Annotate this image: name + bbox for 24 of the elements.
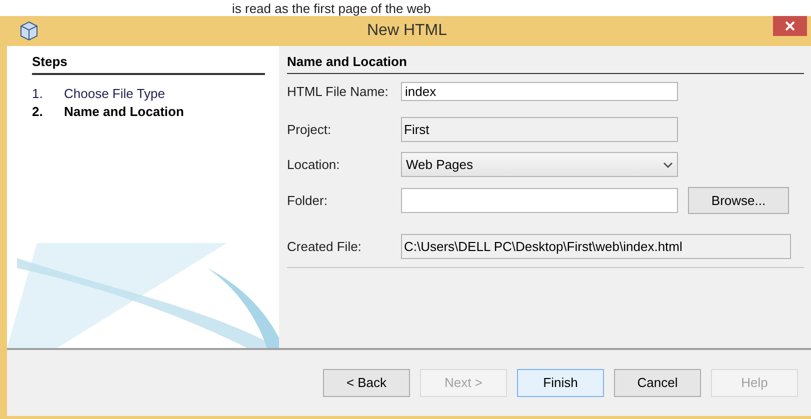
background-text: is read as the first page of the web	[232, 2, 431, 16]
readonly-field: First	[401, 117, 678, 142]
window-title: New HTML	[367, 21, 448, 41]
close-button[interactable]	[773, 16, 807, 36]
chevron-down-icon	[663, 162, 673, 168]
field-label: Project:	[287, 120, 332, 139]
close-icon	[785, 21, 795, 31]
field-label: Created File:	[287, 238, 362, 256]
field-label: HTML File Name:	[287, 82, 390, 100]
input-field[interactable]	[401, 188, 678, 213]
field-label: Location:	[287, 156, 341, 174]
step-item: 2. Name and Location	[32, 102, 185, 120]
readonly-field: C:\Users\DELL PC\Desktop\First\web\index.html	[401, 234, 791, 259]
dialog-button[interactable]: < Back	[323, 369, 410, 397]
dialog-button[interactable]: Cancel	[614, 369, 701, 397]
browse-button[interactable]: Browse...	[688, 187, 789, 214]
field-label: Folder:	[287, 192, 328, 210]
step-item: 1. Choose File Type	[32, 84, 166, 102]
cube-icon	[20, 21, 38, 41]
dialog-button[interactable]: Finish	[517, 369, 604, 397]
section-title: Name and Location	[287, 52, 804, 74]
steps-title: Steps	[32, 52, 265, 74]
input-field[interactable]: index	[401, 82, 678, 101]
location-dropdown[interactable]: Web Pages	[401, 152, 678, 177]
